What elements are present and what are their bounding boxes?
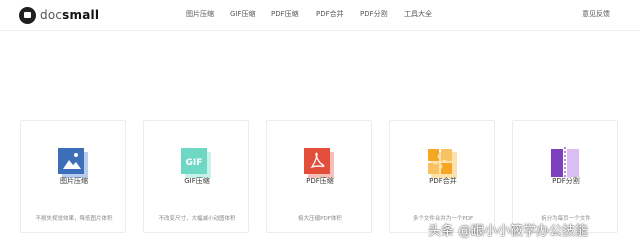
- watermark-text: 头条 @跟小小筱学办公技能: [428, 224, 589, 239]
- nav-pdf-split[interactable]: PDF分割: [360, 9, 388, 19]
- logo[interactable]: docsmall: [19, 6, 99, 24]
- card-title: PDF合并: [429, 177, 457, 185]
- nav-pdf-compress[interactable]: PDF压缩: [271, 9, 299, 19]
- card-title: PDF压缩: [306, 177, 334, 185]
- card-pdf-split[interactable]: PDF分割 拆分为每页一个文件: [512, 120, 618, 233]
- logo-text: docsmall: [40, 8, 100, 22]
- card-pdf-merge[interactable]: PDF合并 多个文件合并为一个PDF: [389, 120, 495, 233]
- card-description: 极大压缩PDF体积: [298, 216, 342, 222]
- feedback-link[interactable]: 意见反馈: [582, 9, 610, 19]
- card-description: 多个文件合并为一个PDF: [412, 216, 474, 222]
- card-description: 不改变尺寸，大幅减小动图体积: [158, 216, 236, 222]
- card-gif-compress[interactable]: GIF GIF压缩 不改变尺寸，大幅减小动图体积: [143, 120, 249, 233]
- nav-image-compress[interactable]: 图片压缩: [186, 9, 214, 19]
- card-title: PDF分割: [552, 177, 580, 185]
- card-image-compress[interactable]: 图片压缩 不损失视觉效果，降低图片体积: [20, 120, 126, 233]
- nav-pdf-merge[interactable]: PDF合并: [316, 9, 344, 19]
- nav-tools[interactable]: 工具大全: [404, 9, 432, 19]
- top-header: docsmall 图片压缩 GIF压缩 PDF压缩 PDF合并 PDF分割 工具…: [0, 0, 640, 31]
- card-title: GIF压缩: [184, 177, 210, 185]
- nav-gif-compress[interactable]: GIF压缩: [230, 9, 256, 19]
- card-pdf-compress[interactable]: PDF压缩 极大压缩PDF体积: [266, 120, 372, 233]
- logo-icon: [19, 6, 36, 24]
- card-description: 拆分为每页一个文件: [541, 216, 591, 222]
- svg-text:GIF: GIF: [186, 158, 203, 168]
- card-description: 不损失视觉效果，降低图片体积: [35, 216, 113, 222]
- card-title: 图片压缩: [60, 177, 88, 185]
